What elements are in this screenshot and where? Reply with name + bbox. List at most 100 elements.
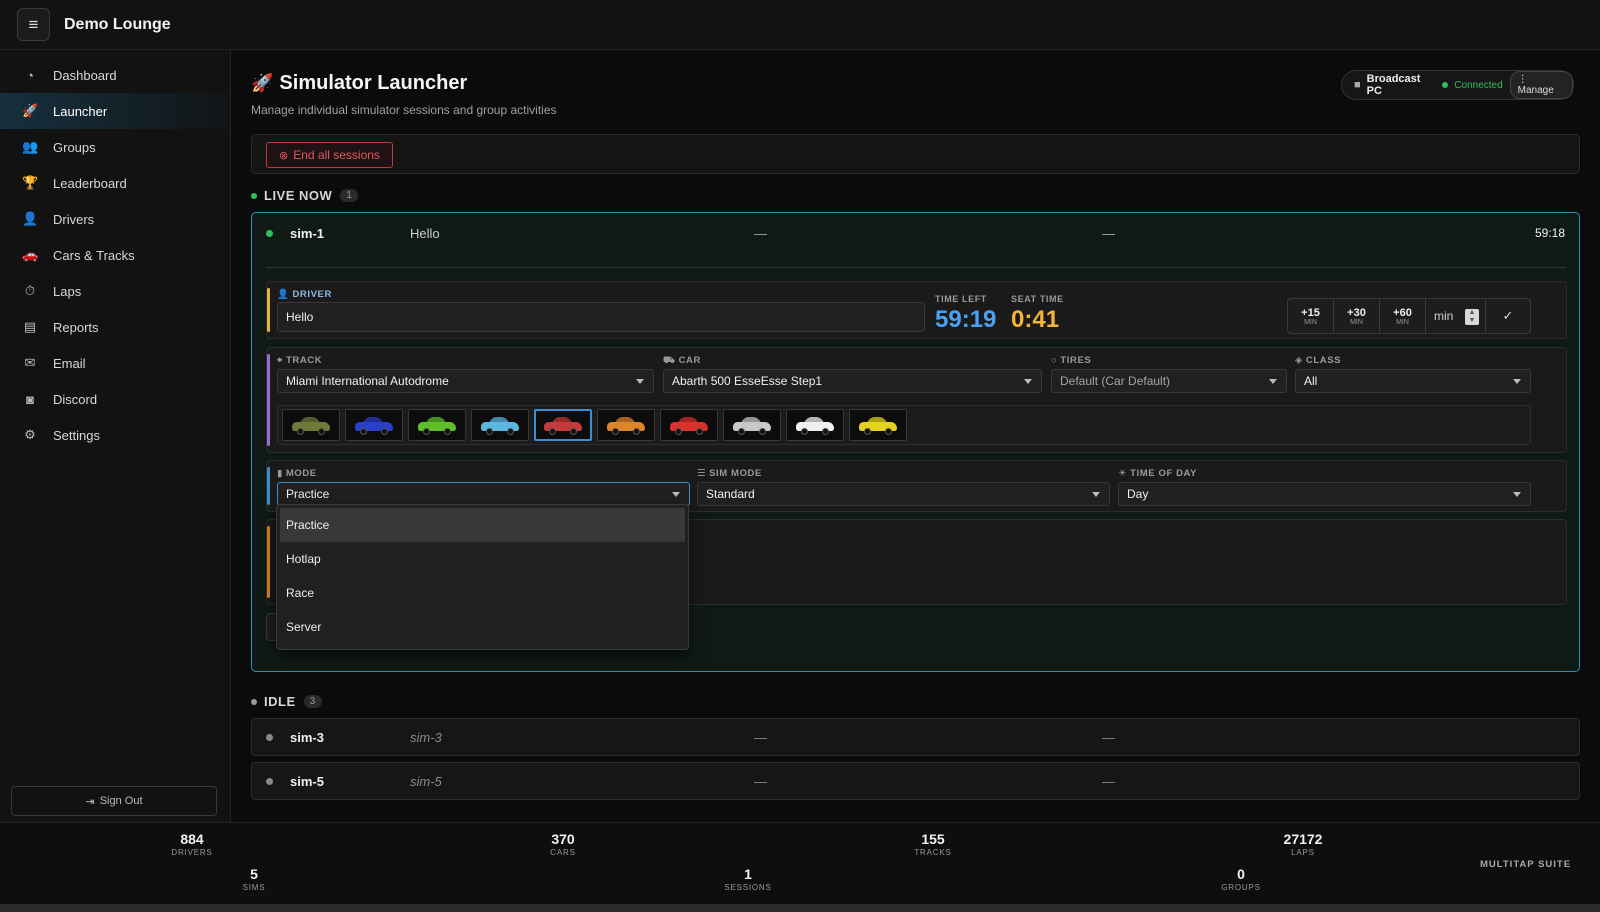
sidebar-item-label: Settings [53,427,100,443]
sidebar-item-launcher[interactable]: 🚀 Launcher [0,93,230,129]
stat-tracks: 155 TRACKS [873,831,993,857]
session-track: — [1102,225,1115,241]
add-15-min-button[interactable]: +15 MIN [1288,299,1334,333]
adjust-value: +60 [1393,306,1412,319]
stat-label: DRIVERS [171,848,213,857]
livery-thumbnail[interactable] [345,409,403,441]
map-pin-icon: ⌖ [277,355,283,366]
driver-input[interactable]: Hello [277,302,925,332]
live-session-card: sim-1 Hello — — 59:18 👤 DRIVER Hello TIME… [251,212,1580,672]
panel-accent [267,526,270,598]
stat-value: 1 [744,866,752,882]
sidebar-item-dashboard[interactable]: ◔ Dashboard [0,57,230,93]
mode-option-server[interactable]: Server [280,610,685,644]
sidebar-item-reports[interactable]: ▤ Reports [0,309,230,345]
mode-select[interactable]: Practice [277,482,690,506]
mode-option-practice[interactable]: Practice [280,508,685,542]
time-of-day-label-text: TIME OF DAY [1130,468,1198,479]
livery-thumbnail[interactable] [408,409,466,441]
time-adjust-group: +15 MIN +30 MIN +60 MIN min ▲ ▼ ✓ [1287,298,1531,334]
sidebar-item-leaderboard[interactable]: 🏆 Leaderboard [0,165,230,201]
car-wheel [444,428,451,435]
chevron-down-icon [1092,492,1100,497]
time-of-day-select[interactable]: Day [1118,482,1531,506]
stat-drivers: 884 DRIVERS [132,831,252,857]
livery-picker [277,405,1531,445]
track-select[interactable]: Miami International Autodrome [277,369,654,393]
camera-icon: ■ [1354,79,1361,91]
sidebar-item-label: Discord [53,391,98,407]
time-left-value: 59:19 [935,306,997,333]
mode-select-value: Practice [286,487,330,501]
sim-mode-label: ☰ SIM MODE [697,468,762,479]
time-left-label: TIME LEFT [935,294,987,304]
flag-icon: ▮ [277,468,283,479]
livery-thumbnail[interactable] [597,409,655,441]
livery-thumbnail[interactable] [471,409,529,441]
app-title: Demo Lounge [64,15,171,33]
sidebar-item-label: Drivers [53,211,95,227]
car-wheel [822,428,829,435]
car-livery-icon [796,417,834,435]
tires-select[interactable]: Default (Car Default) [1051,369,1287,393]
sidebar-item-groups[interactable]: 👥 Groups [0,129,230,165]
car-wheel [633,428,640,435]
sidebar-item-cars-tracks[interactable]: 🚗 Cars & Tracks [0,237,230,273]
sidebar-item-label: Email [53,355,86,371]
livery-thumbnail[interactable] [723,409,781,441]
end-all-sessions-button[interactable]: ⊗ End all sessions [266,142,393,168]
car-label: ⛟ CAR [663,355,701,367]
stopwatch-icon: ⏱ [24,283,36,298]
mode-dropdown-menu: Practice Hotlap Race Server [276,504,689,650]
session-summary-row[interactable]: sim-1 Hello — — 59:18 [252,213,1579,253]
class-label-text: CLASS [1305,355,1342,366]
sidebar-item-discord[interactable]: ◙ Discord [0,381,230,417]
apply-time-button[interactable]: ✓ [1486,299,1530,333]
brand-name: MULTITAP SUITE [1480,859,1572,870]
dashboard-icon: ◔ [26,67,34,83]
sign-out-button[interactable]: ⇥ Sign Out [11,786,217,816]
sidebar-item-label: Reports [53,319,99,335]
session-status-dot [266,230,273,237]
car-wheel [738,428,745,435]
track-label-text: TRACK [285,355,323,366]
class-select[interactable]: All [1295,369,1531,393]
car-livery-icon [859,417,897,435]
stat-value: 155 [921,831,945,847]
sidebar-item-settings[interactable]: ⚙ Settings [0,417,230,453]
car-livery-icon [292,417,330,435]
car-wheel [696,428,703,435]
sidebar-item-drivers[interactable]: 👤 Drivers [0,201,230,237]
main-content: 🚀 Simulator Launcher Manage individual s… [231,50,1600,822]
car-wheel [570,428,577,435]
car-wheel [360,428,367,435]
users-icon: 👥 [22,139,39,154]
livery-thumbnail[interactable] [660,409,718,441]
panel-accent [267,288,270,332]
broadcast-status: ■ Broadcast PC Connected ⋮ Manage [1341,70,1574,100]
add-30-min-button[interactable]: +30 MIN [1334,299,1380,333]
add-60-min-button[interactable]: +60 MIN [1380,299,1426,333]
livery-thumbnail[interactable] [849,409,907,441]
chevron-down-icon [1024,379,1032,384]
mode-option-hotlap[interactable]: Hotlap [280,542,685,576]
spinner-icon[interactable]: ▲ ▼ [1465,309,1479,325]
car-select[interactable]: Abarth 500 EsseEsse Step1 [663,369,1042,393]
idle-session-row[interactable]: sim-5 sim-5 — — [251,762,1580,800]
livery-thumbnail[interactable] [282,409,340,441]
hamburger-menu-button[interactable]: ≡ [17,8,50,41]
custom-minutes-input[interactable]: min ▲ ▼ [1426,299,1486,333]
class-select-value: All [1304,374,1318,388]
sidebar-item-email[interactable]: ✉ Email [0,345,230,381]
stat-groups: 0 GROUPS [1181,866,1301,892]
broadcast-manage-button[interactable]: ⋮ Manage [1509,71,1573,99]
mode-option-race[interactable]: Race [280,576,685,610]
idle-session-row[interactable]: sim-3 sim-3 — — [251,718,1580,756]
livery-thumbnail[interactable] [534,409,592,441]
panel-accent [267,467,270,505]
sidebar-item-laps[interactable]: ⏱ Laps [0,273,230,309]
livery-thumbnail[interactable] [786,409,844,441]
sidebar: ◔ Dashboard 🚀 Launcher 👥 Groups 🏆 Leaderboard 👤 D… [0,50,231,822]
tire-icon: ○ [1051,355,1058,366]
sim-mode-select[interactable]: Standard [697,482,1110,506]
